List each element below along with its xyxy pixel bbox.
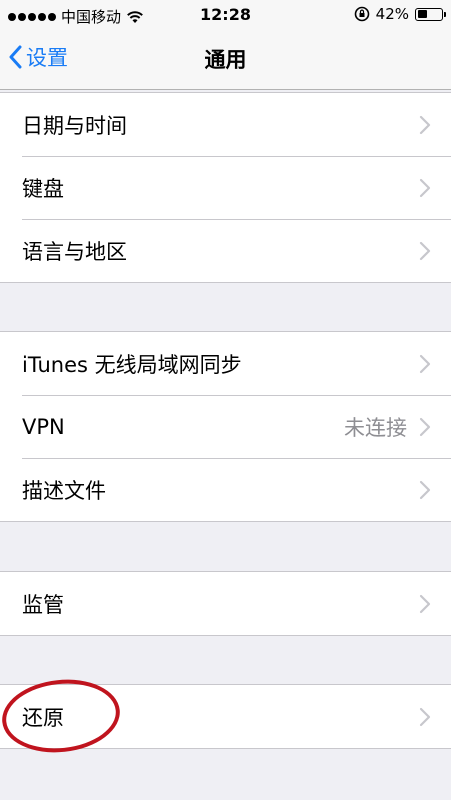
row-vpn[interactable]: VPN 未连接	[0, 395, 451, 458]
chevron-right-icon	[419, 354, 431, 373]
chevron-right-icon	[419, 178, 431, 197]
chevron-right-icon	[419, 241, 431, 260]
chevron-right-icon	[419, 594, 431, 613]
battery-icon	[415, 7, 446, 21]
battery-percent: 42%	[375, 5, 409, 23]
row-label: 日期与时间	[22, 113, 127, 138]
row-label: iTunes 无线局域网同步	[22, 352, 242, 377]
navigation-bar: 设置 通用	[0, 30, 451, 90]
row-itunes-wifi-sync[interactable]: iTunes 无线局域网同步	[0, 332, 451, 395]
orientation-lock-icon	[354, 6, 369, 22]
status-bar: 中国移动 12:28 42%	[0, 0, 451, 30]
chevron-right-icon	[419, 115, 431, 134]
settings-group-3: 监管	[0, 571, 451, 636]
row-label: 键盘	[22, 176, 64, 201]
vpn-status: 未连接	[344, 415, 407, 440]
settings-group-4: 还原	[0, 684, 451, 749]
row-language-region[interactable]: 语言与地区	[0, 219, 451, 282]
row-label: 还原	[22, 705, 64, 730]
battery-cap	[443, 11, 446, 17]
chevron-right-icon	[419, 480, 431, 499]
row-label: VPN	[22, 414, 65, 439]
chevron-right-icon	[419, 417, 431, 436]
row-label: 监管	[22, 592, 64, 617]
status-right: 42%	[354, 5, 446, 23]
row-keyboard[interactable]: 键盘	[0, 156, 451, 219]
chevron-right-icon	[419, 707, 431, 726]
screen: 中国移动 12:28 42% 设置 通用 日期与时间 键盘 语言与地区 iTun…	[0, 0, 451, 800]
row-label: 语言与地区	[22, 239, 127, 264]
page-title: 通用	[204, 48, 247, 72]
row-profiles[interactable]: 描述文件	[0, 458, 451, 521]
battery-fill	[417, 10, 427, 18]
row-label: 描述文件	[22, 478, 106, 503]
row-supervision[interactable]: 监管	[0, 572, 451, 635]
row-date-time[interactable]: 日期与时间	[0, 93, 451, 156]
settings-group-1: 日期与时间 键盘 语言与地区	[0, 92, 451, 283]
row-reset[interactable]: 还原	[0, 685, 451, 748]
settings-group-2: iTunes 无线局域网同步 VPN 未连接 描述文件	[0, 331, 451, 522]
